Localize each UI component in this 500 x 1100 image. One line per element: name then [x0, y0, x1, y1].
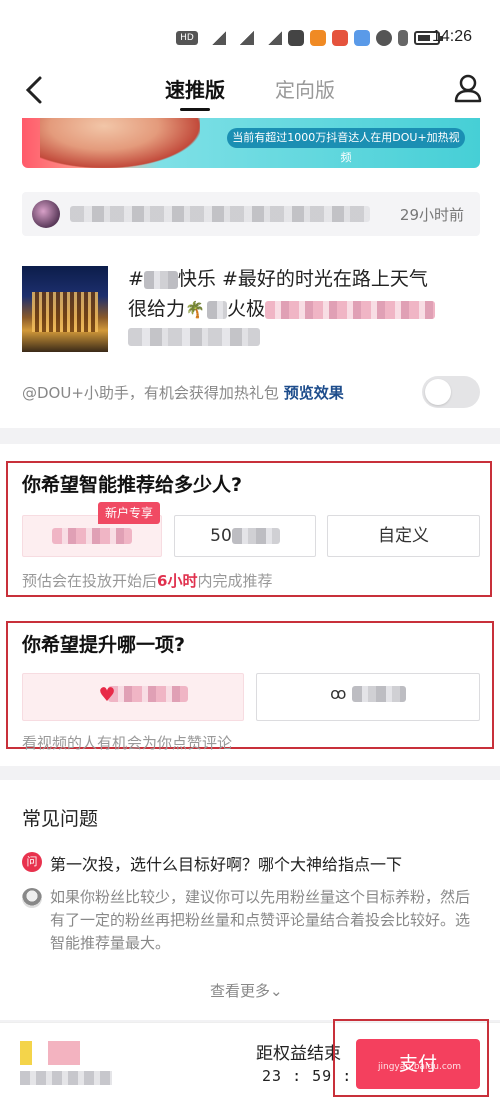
hd-icon: HD [176, 31, 198, 45]
boost-option-followers[interactable]: ꝏ [256, 673, 480, 721]
hint-prefix: 预估会在投放开始后 [22, 572, 158, 590]
blurred-text [265, 300, 436, 319]
toggle-knob [425, 379, 451, 405]
faq-question[interactable]: 第一次投，选什么目标好啊？哪个大神给指点一下 [50, 851, 402, 875]
alarm-icon [376, 30, 392, 46]
app-notification-icon-2 [354, 30, 370, 46]
settings-card: 你希望智能推荐给多少人? 新户专享 50 自定义 预估会在投放开始后6小时内完成… [0, 444, 500, 766]
view-more-link[interactable]: 查看更多⌄ [210, 980, 283, 1001]
view-more-label: 查看更多 [210, 982, 271, 1000]
tab-quick-boost[interactable]: 速推版 [165, 74, 225, 103]
helper-text: @DOU+小助手，有机会获得加热礼包 [22, 384, 284, 402]
clock: 14:26 [431, 28, 472, 45]
avatar [32, 200, 60, 228]
question-icon: 问 [22, 852, 42, 872]
blurred-price-text [20, 1071, 112, 1085]
recommend-hint: 预估会在投放开始后6小时内完成推荐 [22, 570, 272, 591]
boost-title: 你希望提升哪一项? [22, 634, 186, 656]
weibo-icon [332, 30, 348, 46]
promo-banner[interactable]: 当前有超过1000万抖音达人在用DOU+加热视频 [22, 118, 480, 168]
author-row: 29小时前 [22, 192, 480, 236]
blurred-price-image [20, 1041, 80, 1065]
video-title-part: 很给力 [128, 298, 186, 320]
watermark: jingyan.baidu.com [378, 1062, 462, 1072]
blurred-text [108, 686, 188, 702]
wifi-icon [260, 31, 282, 45]
faq-title: 常见问题 [22, 808, 99, 830]
countdown-label: 距权益结束 [256, 1044, 341, 1064]
video-title-part: # [128, 268, 144, 290]
app-notification-icon [310, 30, 326, 46]
video-title: # 快乐 #最好的时光在路上天气 很给力🌴 火极 [128, 264, 468, 324]
bluetooth-icon [398, 30, 408, 46]
user-icon [454, 74, 482, 103]
faq-answer: 如果你粉丝比较少，建议你可以先用粉丝量这个目标养粉，然后有了一定的粉丝再把粉丝量… [50, 888, 471, 952]
hint-highlight: 6小时 [157, 572, 198, 590]
status-icons: HD [176, 28, 443, 48]
back-button[interactable] [18, 72, 54, 108]
video-title-part: 快乐 #最好的时光在路上天气 [177, 268, 428, 290]
user-button[interactable] [450, 70, 486, 106]
wechat-icon [288, 30, 304, 46]
helper-row: @DOU+小助手，有机会获得加热礼包 预览效果 [22, 382, 344, 403]
reach-option-2-label: 50 [210, 526, 232, 546]
status-bar: HD 14:26 [0, 0, 500, 62]
reach-option-custom[interactable]: 自定义 [327, 515, 480, 557]
bottom-bar: 距权益结束 23 : 59 : 26 支付 [0, 1019, 500, 1100]
video-card: 当前有超过1000万抖音达人在用DOU+加热视频 29小时前 # 快乐 #最好的时… [0, 118, 500, 428]
blurred-video-subtitle [128, 328, 260, 346]
blurred-text [52, 528, 132, 544]
faq-card: 常见问题 问 第一次投，选什么目标好啊？哪个大神给指点一下 如果你粉丝比较少，建… [0, 780, 500, 1020]
post-time: 29小时前 [399, 206, 464, 224]
video-thumbnail[interactable] [22, 266, 108, 352]
reach-option-2[interactable]: 50 [174, 515, 316, 557]
chevron-down-icon: ⌄ [270, 982, 283, 1000]
blurred-text [207, 300, 228, 319]
banner-person-image [40, 118, 200, 168]
video-title-part: 火极 [227, 298, 266, 320]
answer-avatar [22, 888, 42, 908]
boost-option-likes[interactable]: ♥ [22, 673, 244, 721]
gift-pack-toggle[interactable] [422, 376, 480, 408]
preview-effect-link[interactable]: 预览效果 [284, 384, 344, 402]
chevron-left-icon [25, 76, 42, 104]
blurred-text [351, 686, 406, 702]
tab-targeted[interactable]: 定向版 [275, 74, 335, 103]
banner-text: 当前有超过1000万抖音达人在用DOU+加热视频 [227, 128, 465, 164]
blurred-author-name [70, 206, 370, 222]
tab-underline [180, 108, 210, 111]
heart-icon: ♥ [98, 684, 116, 706]
signal-4g-icon [204, 31, 226, 45]
blurred-text [143, 270, 178, 289]
signal-4g-icon-2 [232, 31, 254, 45]
boost-hint: 看视频的人有机会为你点赞评论 [22, 734, 233, 752]
nav-bar: 速推版 定向版 [0, 62, 500, 118]
palm-tree-emoji-icon: 🌴 [185, 299, 205, 319]
hint-suffix: 内完成推荐 [197, 572, 273, 590]
followers-icon: ꝏ [330, 684, 347, 703]
recommend-title: 你希望智能推荐给多少人? [22, 474, 243, 496]
new-user-badge: 新户专享 [98, 502, 161, 524]
blurred-text [231, 528, 280, 544]
